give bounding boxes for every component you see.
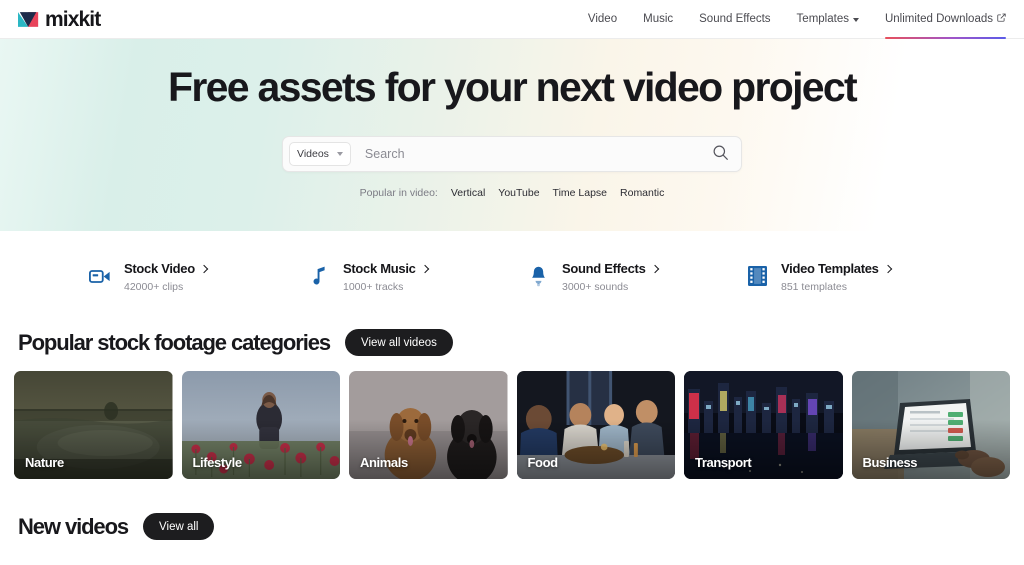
shortcut-title: Sound Effects: [562, 261, 659, 276]
shortcut-stock-music[interactable]: Stock Music 1000+ tracks: [307, 261, 526, 293]
nav-item-label: Unlimited Downloads: [884, 13, 993, 25]
shortcut-subtitle: 1000+ tracks: [343, 281, 404, 293]
mixkit-logo-mark-icon: [18, 11, 40, 28]
category-card-grid: Nature Lifestyle Animals Food Transport …: [0, 371, 1024, 479]
nav-item-sound-effects[interactable]: Sound Effects: [699, 0, 770, 38]
card-label: Food: [527, 455, 559, 470]
shortcut-video-templates[interactable]: Video Templates 851 templates: [745, 261, 964, 293]
shortcut-stock-video[interactable]: Stock Video 42000+ clips: [88, 261, 307, 293]
bell-icon: [526, 263, 550, 289]
site-header: mixkit Video Music Sound Effects Templat…: [0, 0, 1024, 39]
category-card-food[interactable]: Food: [516, 371, 675, 479]
nav-item-label: Music: [643, 13, 674, 25]
category-card-transport[interactable]: Transport: [684, 371, 843, 479]
popular-link-vertical[interactable]: Vertical: [451, 187, 485, 199]
nav-item-label: Video: [587, 13, 618, 25]
chevron-right-icon: [199, 264, 209, 273]
chevron-right-icon: [420, 264, 429, 273]
nav-item-music[interactable]: Music: [643, 0, 673, 38]
chevron-right-icon: [883, 264, 892, 273]
popular-label: Popular in video:: [359, 187, 438, 200]
section-title: Popular stock footage categories: [18, 329, 331, 355]
hero-section: Free assets for your next video project …: [0, 39, 1024, 231]
card-label: Lifestyle: [192, 455, 243, 470]
card-label: Business: [862, 455, 918, 470]
music-note-icon: [307, 263, 331, 289]
nav-item-label: Templates: [796, 13, 849, 25]
shortcut-subtitle: 3000+ sounds: [562, 281, 629, 293]
category-card-lifestyle[interactable]: Lifestyle: [181, 371, 340, 479]
popular-link-romantic[interactable]: Romantic: [620, 187, 664, 199]
search-filter-value: Videos: [297, 148, 329, 161]
popular-searches: Popular in video: Vertical YouTube Time …: [0, 187, 1024, 199]
categories-section-header: Popular stock footage categories View al…: [0, 329, 1024, 356]
search-filter-dropdown[interactable]: Videos: [289, 142, 351, 167]
shortcut-subtitle: 42000+ clips: [124, 281, 184, 293]
nav-item-video[interactable]: Video: [588, 0, 617, 38]
search-input[interactable]: [350, 147, 706, 162]
shortcut-title-label: Video Templates: [781, 261, 879, 276]
card-label: Nature: [25, 455, 64, 470]
chevron-down-icon: [852, 17, 859, 22]
card-label: Animals: [360, 455, 408, 470]
nav-item-templates[interactable]: Templates: [797, 0, 859, 38]
search-submit-button[interactable]: [706, 144, 735, 164]
search-icon: [712, 144, 729, 164]
nav-item-unlimited-downloads[interactable]: Unlimited Downloads: [884, 0, 1007, 39]
shortcut-title: Stock Video: [124, 261, 209, 276]
view-all-button[interactable]: View all: [143, 513, 215, 540]
page-title: Free assets for your next video project: [168, 64, 858, 110]
shortcut-title-label: Stock Video: [124, 261, 195, 276]
main-nav: Video Music Sound Effects Templates Unli…: [588, 0, 1007, 39]
category-card-nature[interactable]: Nature: [14, 371, 173, 479]
chevron-down-icon: [336, 152, 343, 157]
shortcut-title-label: Stock Music: [343, 261, 416, 276]
new-videos-section-header: New videos View all: [0, 513, 1024, 540]
shortcut-subtitle: 851 templates: [781, 281, 847, 293]
nav-item-label: Sound Effects: [699, 13, 771, 25]
shortcut-title-label: Sound Effects: [562, 261, 646, 276]
category-card-animals[interactable]: Animals: [349, 371, 508, 479]
shortcut-sound-effects[interactable]: Sound Effects 3000+ sounds: [526, 261, 745, 293]
external-link-icon: [997, 13, 1006, 25]
category-card-business[interactable]: Business: [851, 371, 1010, 479]
asset-shortcuts: Stock Video 42000+ clips Stock Music 100…: [0, 231, 1024, 293]
logo-wordmark: mixkit: [45, 7, 101, 31]
search-bar: Videos: [282, 136, 742, 173]
view-all-videos-button[interactable]: View all videos: [345, 329, 453, 356]
site-logo[interactable]: mixkit: [18, 7, 101, 31]
popular-link-time-lapse[interactable]: Time Lapse: [553, 187, 607, 199]
film-strip-icon: [745, 263, 769, 289]
section-title: New videos: [18, 513, 129, 539]
shortcut-title: Video Templates: [781, 261, 892, 276]
shortcut-title: Stock Music: [343, 261, 429, 276]
card-label: Transport: [695, 455, 752, 470]
popular-link-youtube[interactable]: YouTube: [498, 187, 539, 199]
video-camera-icon: [88, 263, 112, 289]
chevron-right-icon: [650, 264, 659, 273]
